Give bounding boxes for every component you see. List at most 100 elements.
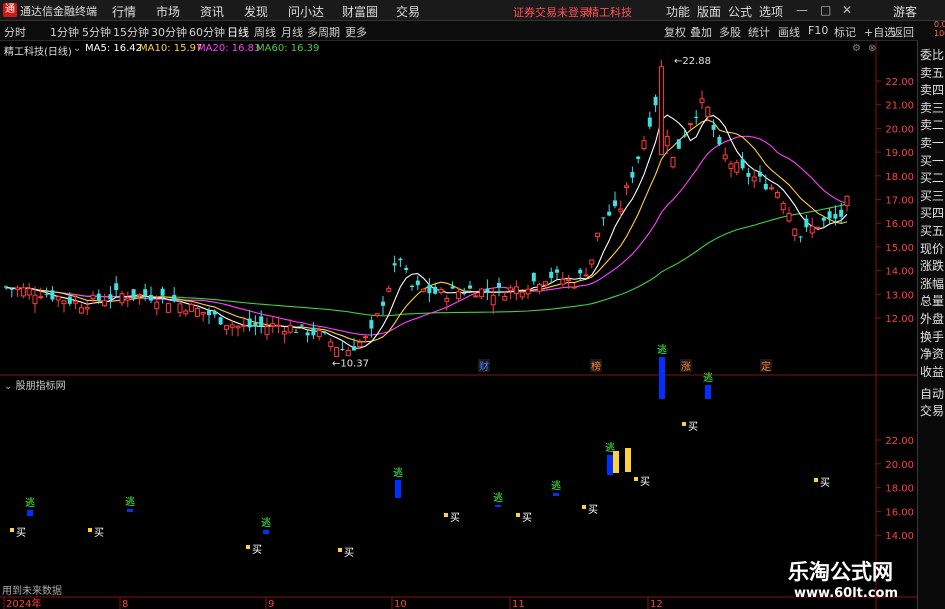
guest-label[interactable]: 游客 xyxy=(893,3,917,20)
candle-body xyxy=(149,295,153,301)
indicator-title: 股朋指标网 xyxy=(15,381,66,392)
period-tab[interactable]: 周线 xyxy=(254,24,276,40)
escape-signal-label: 逃 xyxy=(393,466,403,479)
candle-body xyxy=(381,301,385,306)
period-tab-daily[interactable]: 日线 xyxy=(227,24,249,40)
quote-field-label: 卖四 xyxy=(920,83,945,98)
candle-body xyxy=(433,286,438,294)
buy-signal-label: 买 xyxy=(450,512,460,524)
y-tick-label: 18.00 xyxy=(885,172,914,183)
candle-body xyxy=(792,228,798,236)
candle-body xyxy=(90,294,96,300)
period-tab[interactable]: 1分钟 xyxy=(50,24,79,40)
candle-body xyxy=(26,287,32,296)
tool-button[interactable]: 标记 xyxy=(834,24,856,40)
y-tick-label: 21.00 xyxy=(885,101,914,112)
menu-quotes[interactable]: 行情 xyxy=(112,3,136,20)
menu-assistant[interactable]: 问小达 xyxy=(288,3,324,20)
candle-body xyxy=(601,217,606,219)
candle-body xyxy=(490,294,496,306)
maximize-icon[interactable]: □ xyxy=(820,3,831,17)
tool-button[interactable]: 叠加 xyxy=(690,24,712,40)
buy-signal-label: 买 xyxy=(588,504,598,516)
minimize-icon[interactable]: — xyxy=(796,3,808,17)
period-tab[interactable]: 60分钟 xyxy=(189,24,225,40)
close-icon[interactable]: ✕ xyxy=(842,3,852,17)
candle-body xyxy=(223,325,229,330)
escape-bar xyxy=(553,493,559,496)
tool-button[interactable]: F10 xyxy=(808,24,828,37)
quote-field-label: 外盘 xyxy=(920,312,945,326)
menu-function[interactable]: 功能 xyxy=(666,3,690,20)
menu-trade[interactable]: 交易 xyxy=(396,3,420,20)
candle-body xyxy=(136,293,142,297)
add-watchlist-button[interactable]: +自选 xyxy=(864,24,895,40)
menu-wealth[interactable]: 财富圈 xyxy=(342,3,378,20)
escape-signal-label: 逃 xyxy=(551,479,561,492)
menu-layout[interactable]: 版面 xyxy=(697,3,721,20)
candle-body xyxy=(699,98,705,104)
indicator-dropdown-icon[interactable]: ⌄ xyxy=(4,381,12,392)
period-tab[interactable]: 分时 xyxy=(4,24,26,40)
candle-body xyxy=(9,288,14,290)
candle-body xyxy=(392,263,397,266)
tool-button[interactable]: 统计 xyxy=(748,24,770,40)
quote-field-label: 买三 xyxy=(920,188,945,203)
escape-signal-label: 逃 xyxy=(261,516,271,529)
candle-body xyxy=(386,287,392,292)
candle-body xyxy=(571,286,577,289)
escape-bar xyxy=(395,480,401,498)
candle-body xyxy=(555,269,559,273)
candle-body xyxy=(658,66,664,155)
candle-body xyxy=(4,286,8,288)
candle-body xyxy=(525,288,531,295)
candle-body xyxy=(294,331,298,333)
candle-body xyxy=(734,162,740,173)
period-tab[interactable]: 15分钟 xyxy=(113,24,149,40)
candle-body xyxy=(653,96,658,106)
candle-body xyxy=(513,286,519,295)
candle-body xyxy=(844,195,850,207)
candle-body xyxy=(84,306,90,310)
menu-discover[interactable]: 发现 xyxy=(244,3,268,20)
period-tab[interactable]: 5分钟 xyxy=(82,24,111,40)
sub-y-tick-label: 20.00 xyxy=(885,460,914,471)
menu-news[interactable]: 资讯 xyxy=(200,3,224,20)
candle-body xyxy=(253,322,258,327)
menu-formula[interactable]: 公式 xyxy=(728,3,752,20)
tool-button[interactable]: 复权 xyxy=(664,24,686,40)
candle-body xyxy=(96,293,101,301)
buy-signal-label: 买 xyxy=(688,421,698,433)
back-button[interactable]: 返回 xyxy=(892,24,914,40)
candle-body xyxy=(438,289,444,293)
buy-signal-label: 买 xyxy=(640,476,650,488)
candle-body xyxy=(542,281,548,286)
tool-button[interactable]: 画线 xyxy=(778,24,800,40)
candle-body xyxy=(624,185,630,188)
kline-chart[interactable]: 22.00 21.00 20.00 19.00 18.00 17.00 16.00 15.00… xyxy=(0,40,917,609)
tool-button[interactable]: 多股 xyxy=(719,24,741,40)
login-status[interactable]: 证券交易未登录 xyxy=(513,4,590,20)
period-tab[interactable]: 多周期 xyxy=(307,24,340,40)
period-tab[interactable]: 月线 xyxy=(281,24,303,40)
menu-market[interactable]: 市场 xyxy=(156,3,180,20)
buy-marker xyxy=(246,545,250,549)
period-tab[interactable]: 30分钟 xyxy=(151,24,187,40)
auto-trade-label[interactable]: 交易 xyxy=(920,402,944,419)
candle-body xyxy=(287,325,293,333)
candle-body xyxy=(780,202,786,211)
candle-body xyxy=(229,324,235,328)
candle-body xyxy=(374,313,380,316)
auto-trade-label[interactable]: 自动 xyxy=(920,385,944,402)
quote-field-label: 换手 xyxy=(920,329,945,344)
candle-body xyxy=(172,295,177,302)
period-tab-more[interactable]: 更多 xyxy=(345,24,367,40)
candle-body xyxy=(305,332,310,336)
quote-field-label: 买一 xyxy=(920,153,945,168)
event-marker-label: 财 xyxy=(479,360,489,373)
buy-marker xyxy=(814,478,818,482)
menu-options[interactable]: 选项 xyxy=(759,3,783,20)
candle-body xyxy=(531,273,536,282)
app-logo-icon: 通 xyxy=(3,3,17,17)
buy-signal-label: 买 xyxy=(820,477,830,489)
